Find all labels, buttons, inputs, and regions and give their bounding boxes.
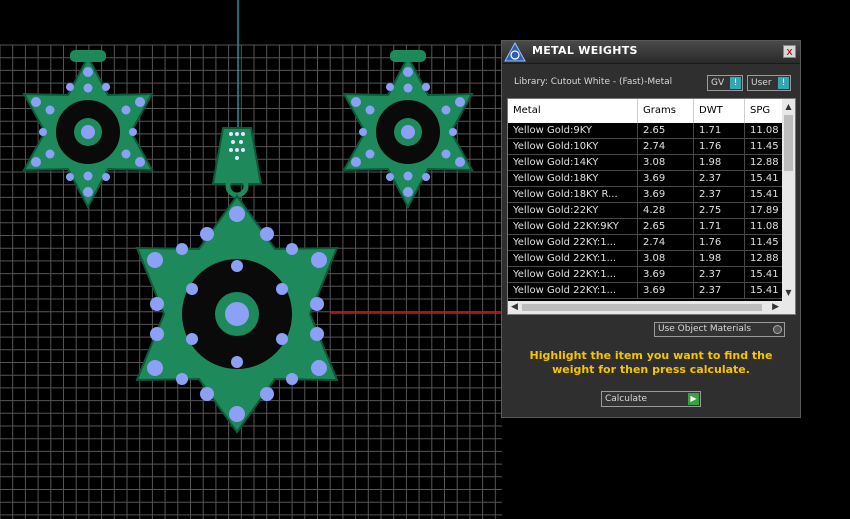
metal-weights-table[interactable]: Metal Grams DWT SPG Yellow Gold:9KY 2.65 1… [507, 98, 796, 315]
table-row[interactable]: Yellow Gold:18KY R... 3.69 2.37 15.41 [508, 187, 783, 203]
cell-dwt: 1.76 [694, 235, 745, 250]
cell-metal: Yellow Gold 22KY:1... [508, 267, 638, 282]
cell-spg: 12.88 [745, 155, 783, 170]
cell-grams: 3.69 [638, 187, 694, 202]
table-row[interactable]: Yellow Gold 22KY:9KY 2.65 1.71 11.08 [508, 219, 783, 235]
library-label: Library: Cutout White - (Fast)-Metal [514, 77, 673, 87]
cell-spg: 11.08 [745, 219, 783, 234]
cell-metal: Yellow Gold 22KY:9KY [508, 219, 638, 234]
col-header-dwt[interactable]: DWT [694, 99, 745, 123]
gv-label: GV [711, 78, 725, 88]
table-row[interactable]: Yellow Gold 22KY:1... 3.08 1.98 12.88 [508, 251, 783, 267]
radio-icon [773, 325, 782, 334]
metal-weights-panel: METAL WEIGHTS x Library: Cutout White - … [501, 40, 801, 418]
table-row[interactable]: Yellow Gold:22KY 4.28 2.75 17.89 [508, 203, 783, 219]
cell-dwt: 1.71 [694, 219, 745, 234]
table-body: Yellow Gold:9KY 2.65 1.71 11.08 Yellow Gold… [508, 123, 783, 299]
cell-metal: Yellow Gold 22KY:1... [508, 251, 638, 266]
cell-metal: Yellow Gold 22KY:1... [508, 283, 638, 298]
cell-dwt: 1.98 [694, 251, 745, 266]
panel-titlebar[interactable]: METAL WEIGHTS x [502, 41, 800, 64]
cell-grams: 3.08 [638, 251, 694, 266]
col-header-grams[interactable]: Grams [638, 99, 694, 123]
gv-indicator-icon: ! [730, 77, 741, 89]
cell-grams: 2.65 [638, 219, 694, 234]
play-icon: ▶ [688, 393, 699, 405]
cell-grams: 3.08 [638, 155, 694, 170]
horizontal-scroll-thumb[interactable] [522, 304, 762, 311]
table-row[interactable]: Yellow Gold:10KY 2.74 1.76 11.45 [508, 139, 783, 155]
table-header: Metal Grams DWT SPG [508, 99, 783, 123]
cell-metal: Yellow Gold:18KY R... [508, 187, 638, 202]
app-logo-icon [504, 42, 526, 62]
cell-spg: 15.41 [745, 171, 783, 186]
scroll-left-icon[interactable]: ◀ [511, 301, 518, 314]
cell-grams: 3.69 [638, 283, 694, 298]
calculate-button[interactable]: Calculate ▶ [601, 391, 701, 407]
user-toggle[interactable]: User ! [747, 75, 791, 91]
table-row[interactable]: Yellow Gold:9KY 2.65 1.71 11.08 [508, 123, 783, 139]
cell-grams: 2.74 [638, 139, 694, 154]
cell-dwt: 2.37 [694, 267, 745, 282]
close-icon[interactable]: x [783, 45, 796, 58]
col-header-metal[interactable]: Metal [508, 99, 638, 123]
cell-metal: Yellow Gold:10KY [508, 139, 638, 154]
instruction-text: Highlight the item you want to find the … [529, 349, 773, 376]
table-row[interactable]: Yellow Gold:14KY 3.08 1.98 12.88 [508, 155, 783, 171]
panel-title: METAL WEIGHTS [532, 44, 638, 57]
scroll-right-icon[interactable]: ▶ [772, 301, 779, 314]
cell-grams: 2.65 [638, 123, 694, 138]
cell-spg: 15.41 [745, 283, 783, 298]
cell-grams: 3.69 [638, 171, 694, 186]
vertical-scroll-thumb[interactable] [784, 115, 793, 171]
cell-dwt: 2.37 [694, 283, 745, 298]
user-indicator-icon: ! [778, 77, 789, 89]
table-row[interactable]: Yellow Gold 22KY:1... 3.69 2.37 15.41 [508, 267, 783, 283]
cell-spg: 11.45 [745, 139, 783, 154]
cell-spg: 15.41 [745, 267, 783, 282]
cell-dwt: 2.37 [694, 187, 745, 202]
cell-dwt: 1.71 [694, 123, 745, 138]
use-object-materials-label: Use Object Materials [658, 324, 752, 334]
table-vertical-scrollbar[interactable]: ▲ ▼ [782, 99, 795, 301]
cell-metal: Yellow Gold:14KY [508, 155, 638, 170]
cell-grams: 4.28 [638, 203, 694, 218]
cell-metal: Yellow Gold:22KY [508, 203, 638, 218]
cell-grams: 2.74 [638, 235, 694, 250]
scroll-down-icon[interactable]: ▼ [782, 287, 795, 299]
gv-toggle[interactable]: GV ! [707, 75, 743, 91]
cell-metal: Yellow Gold:18KY [508, 171, 638, 186]
user-label: User [751, 78, 772, 88]
col-header-spg[interactable]: SPG [745, 99, 783, 123]
table-horizontal-scrollbar[interactable]: ◀ ▶ [508, 301, 795, 314]
cell-metal: Yellow Gold 22KY:1... [508, 235, 638, 250]
cell-spg: 11.08 [745, 123, 783, 138]
cell-spg: 15.41 [745, 187, 783, 202]
cell-spg: 12.88 [745, 251, 783, 266]
cell-dwt: 1.76 [694, 139, 745, 154]
use-object-materials-toggle[interactable]: Use Object Materials [654, 322, 785, 337]
table-row[interactable]: Yellow Gold 22KY:1... 3.69 2.37 15.41 [508, 283, 783, 299]
table-row[interactable]: Yellow Gold:18KY 3.69 2.37 15.41 [508, 171, 783, 187]
scroll-up-icon[interactable]: ▲ [782, 101, 795, 113]
cell-dwt: 2.37 [694, 171, 745, 186]
cell-spg: 11.45 [745, 235, 783, 250]
table-row[interactable]: Yellow Gold 22KY:1... 2.74 1.76 11.45 [508, 235, 783, 251]
cell-dwt: 1.98 [694, 155, 745, 170]
calculate-label: Calculate [605, 394, 648, 404]
cell-grams: 3.69 [638, 267, 694, 282]
cell-spg: 17.89 [745, 203, 783, 218]
cell-metal: Yellow Gold:9KY [508, 123, 638, 138]
cell-dwt: 2.75 [694, 203, 745, 218]
